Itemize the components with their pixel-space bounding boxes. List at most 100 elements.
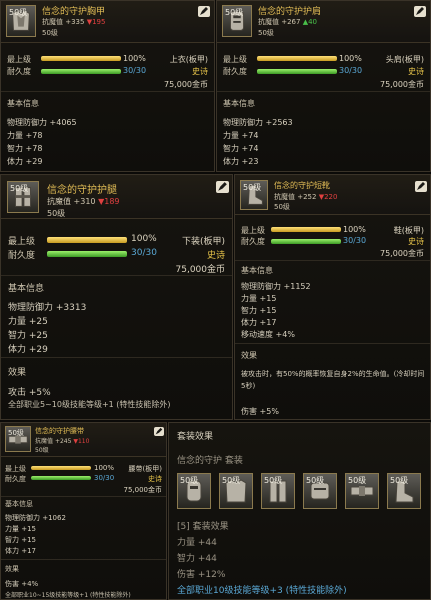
slot-type: 鞋(板甲) bbox=[393, 226, 424, 235]
anti-magic-stat: 抗魔值 +335 ▼195 bbox=[42, 17, 105, 27]
upgrade-label: 最上级 bbox=[7, 55, 31, 64]
edit-icon bbox=[416, 7, 424, 15]
set-piece-slot[interactable]: 50级 bbox=[387, 473, 421, 509]
anti-magic-stat: 抗魔值 +252 ▼220 bbox=[274, 192, 337, 202]
anti-magic-value: +335 bbox=[65, 18, 85, 26]
edit-icon bbox=[200, 7, 208, 15]
set-piece-slot[interactable]: 50级 bbox=[219, 473, 253, 509]
effect-damage: 攻击 +5% bbox=[8, 388, 51, 398]
item-title: 信念的守护护腿 bbox=[47, 185, 117, 196]
item-thumbnail: 50级 bbox=[222, 5, 252, 37]
physical-defense: 物理防御力 +3313 bbox=[8, 303, 87, 313]
slot-type: 腰带(板甲) bbox=[128, 465, 162, 473]
edit-button[interactable] bbox=[198, 6, 210, 17]
anti-magic-change: ▼195 bbox=[86, 18, 106, 26]
durability-value: 30/30 bbox=[343, 236, 367, 245]
rarity: 史诗 bbox=[192, 67, 208, 76]
durability-bar-fill bbox=[47, 251, 127, 257]
effect-heal: 被攻击时，有50%的概率恢复自身2%的生命值。(冷却时间5秒) bbox=[241, 370, 425, 390]
set-bonus-damage: 伤害 +12% bbox=[177, 570, 226, 580]
upgrade-label: 最上级 bbox=[8, 237, 36, 247]
upgrade-bar-fill bbox=[31, 466, 91, 470]
stat-strength: 力量 +25 bbox=[8, 317, 48, 327]
required-level: 50级 bbox=[35, 447, 49, 454]
edit-button[interactable] bbox=[154, 427, 164, 436]
durability-value: 30/30 bbox=[94, 474, 115, 482]
set-effect-panel: 套装效果 信念的守护 套装 50级 50级 50级 50级 50级 50级 [5] 套装效… bbox=[168, 422, 431, 600]
set-piece-slot[interactable]: 50级 bbox=[261, 473, 295, 509]
set-name: 信念的守护 套装 bbox=[177, 456, 243, 466]
set-effect-title: 套装效果 bbox=[177, 432, 214, 442]
price: 75,000金币 bbox=[123, 486, 163, 494]
divider bbox=[1, 357, 232, 358]
upgrade-bar-fill bbox=[47, 237, 127, 243]
physical-defense: 物理防御力 +2563 bbox=[223, 118, 293, 127]
set-bonus-strength: 力量 +44 bbox=[177, 538, 217, 548]
stat-intelligence: 智力 +74 bbox=[223, 144, 259, 153]
durability-bar-fill bbox=[257, 69, 337, 74]
durability-bar bbox=[271, 239, 341, 244]
durability-bar bbox=[41, 69, 121, 74]
anti-magic-change: ▼189 bbox=[98, 197, 120, 206]
stat-vitality: 体力 +17 bbox=[241, 318, 277, 327]
item-tooltip-boots: 50级 信念的守护短靴 抗魔值 +252 ▼220 50级 最上级 100% 鞋… bbox=[234, 174, 431, 420]
effect-header: 效果 bbox=[241, 351, 257, 360]
item-title: 信念的守护短靴 bbox=[274, 181, 330, 190]
item-tooltip-belt: 50级 信念的守护腰带 抗魔值 +245 ▼110 50级 最上级 100% 腰… bbox=[0, 422, 167, 600]
effect-damage: 伤害 +5% bbox=[241, 407, 279, 416]
item-level-badge: 50级 bbox=[10, 184, 29, 193]
required-level: 50级 bbox=[42, 29, 58, 37]
stat-vitality: 体力 +29 bbox=[8, 345, 48, 355]
anti-magic-change: ▼110 bbox=[73, 438, 90, 445]
upgrade-bar bbox=[41, 56, 121, 61]
effect-damage: 伤害 +4% bbox=[5, 580, 39, 588]
durability-label: 耐久度 bbox=[8, 251, 36, 261]
edit-icon bbox=[155, 427, 163, 435]
stat-intelligence: 智力 +78 bbox=[7, 144, 43, 153]
edit-button[interactable] bbox=[415, 181, 427, 192]
divider bbox=[1, 91, 214, 92]
upgrade-label: 最上级 bbox=[241, 226, 265, 235]
anti-magic-label: 抗魔值 bbox=[47, 197, 71, 206]
upgrade-percent: 100% bbox=[339, 54, 362, 63]
item-tooltip-chest: 50级 信念的守护胸甲 抗魔值 +335 ▼195 50级 最上级 100% 上… bbox=[0, 0, 215, 172]
upgrade-bar bbox=[257, 56, 337, 61]
edit-button[interactable] bbox=[414, 6, 426, 17]
price: 75,000金币 bbox=[164, 80, 208, 89]
item-thumbnail: 50级 bbox=[7, 181, 39, 213]
effect-skill: 全部职业5~10级技能等级+1 (特性技能除外) bbox=[8, 400, 171, 409]
set-piece-slot[interactable]: 50级 bbox=[303, 473, 337, 509]
slot-type: 上衣(板甲) bbox=[169, 55, 208, 64]
durability-bar bbox=[31, 476, 91, 480]
set-piece-slot[interactable]: 50级 bbox=[177, 473, 211, 509]
upgrade-bar-fill bbox=[41, 56, 121, 61]
anti-magic-stat: 抗魔值 +267 ▲40 bbox=[258, 17, 317, 27]
anti-magic-change: ▼220 bbox=[318, 193, 338, 201]
physical-defense: 物理防御力 +1152 bbox=[241, 282, 311, 291]
upgrade-bar bbox=[271, 227, 341, 232]
edit-icon bbox=[417, 182, 425, 190]
divider bbox=[1, 275, 232, 276]
basic-info-header: 基本信息 bbox=[241, 266, 273, 275]
stat-vitality: 体力 +17 bbox=[5, 547, 36, 555]
upgrade-bar-fill bbox=[271, 227, 341, 232]
anti-magic-stat: 抗魔值 +245 ▼110 bbox=[35, 436, 89, 445]
set-bonus-title: [5] 套装效果 bbox=[177, 522, 229, 532]
durability-bar bbox=[257, 69, 337, 74]
stat-move-speed: 移动速度 +4% bbox=[241, 330, 295, 339]
required-level: 50级 bbox=[47, 209, 66, 218]
set-bonus-skill: 全部职业10级技能等级+3 (特性技能除外) bbox=[177, 586, 347, 596]
edit-button[interactable] bbox=[216, 181, 229, 193]
stat-strength: 力量 +74 bbox=[223, 131, 259, 140]
slot-type: 下装(板甲) bbox=[181, 237, 225, 247]
item-title: 信念的守护腰带 bbox=[35, 427, 84, 435]
stat-strength: 力量 +15 bbox=[5, 525, 36, 533]
divider bbox=[235, 260, 430, 261]
upgrade-label: 最上级 bbox=[223, 55, 247, 64]
upgrade-percent: 100% bbox=[131, 234, 157, 244]
item-title: 信念的守护护肩 bbox=[258, 7, 322, 17]
upgrade-bar-fill bbox=[257, 56, 337, 61]
set-piece-slot[interactable]: 50级 bbox=[345, 473, 379, 509]
effect-skill: 全部职业10~15级技能等级+1 (特性技能除外) bbox=[5, 592, 131, 599]
anti-magic-label: 抗魔值 bbox=[42, 18, 63, 26]
